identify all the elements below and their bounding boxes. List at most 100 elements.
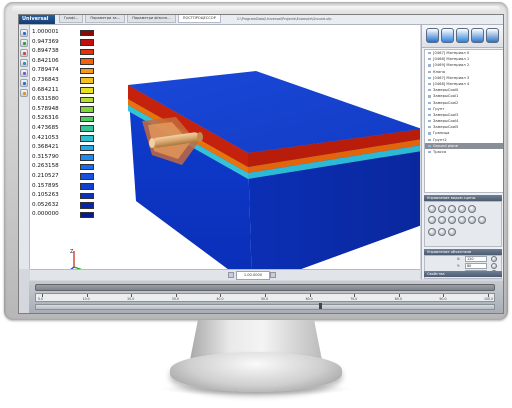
tab-1[interactable]: Параметри за…: [85, 15, 126, 23]
legend-value: 0.421053: [32, 134, 59, 141]
legend-value: 0.526316: [32, 115, 59, 122]
coord-y-input[interactable]: 80: [465, 263, 487, 269]
export-tool-icon[interactable]: [20, 89, 28, 97]
pan-tool-icon[interactable]: [20, 59, 28, 67]
axis-z-label: Z: [70, 249, 74, 255]
legend-swatch: [80, 211, 94, 219]
legend-swatch: [80, 29, 94, 36]
properties-panel-header[interactable]: Свойства: [424, 271, 502, 277]
scene-icon[interactable]: [426, 28, 439, 43]
legend-row: 0.000000: [32, 210, 112, 220]
report-icon[interactable]: [471, 28, 484, 43]
legend-swatch: [80, 135, 94, 142]
legend-swatch: [80, 183, 94, 190]
legend-row: 0.894738: [32, 47, 112, 57]
ruler-tick-label: 50.0: [261, 297, 269, 301]
left-toolbar: [19, 25, 30, 269]
right-panel: [0467] Материал 0 [0468] Материал 1 [0469]…: [421, 25, 503, 279]
legend-value: 0.473685: [32, 124, 59, 131]
ruler-tick-label: 20.0: [127, 297, 135, 301]
legend-row: 0.526316: [32, 114, 112, 124]
legend-row: 0.789474: [32, 66, 112, 76]
pan-right-button[interactable]: [438, 228, 446, 236]
zoom-out-button[interactable]: [468, 216, 476, 224]
prev-step-button[interactable]: [228, 272, 234, 278]
legend-value: 0.789474: [32, 67, 59, 74]
pipe-end: [197, 132, 203, 142]
legend-swatch: [80, 87, 94, 94]
view-front-button[interactable]: [428, 216, 436, 224]
play-icon[interactable]: [486, 28, 499, 43]
legend-swatch: [80, 48, 94, 56]
rotate-right-button[interactable]: [438, 205, 446, 213]
rotate-up-button[interactable]: [448, 205, 456, 213]
tab-2[interactable]: Параметри фізичн…: [127, 15, 176, 23]
legend-row: 0.736843: [32, 76, 112, 86]
ruler-tick-label: 60.0: [305, 297, 313, 301]
right-toolbar: [422, 25, 503, 48]
view-iso-button[interactable]: [458, 216, 466, 224]
tree-item[interactable]: Трасса: [425, 149, 503, 155]
view-side-button[interactable]: [438, 216, 446, 224]
app-window: Universal Графі… Параметри за… Параметри ф…: [18, 14, 504, 314]
rotate-tool-icon[interactable]: [20, 39, 28, 47]
app-logo: Universal: [19, 15, 55, 24]
legend-value: 0.263158: [32, 163, 59, 170]
time-field[interactable]: 1.00.0000: [236, 271, 270, 280]
pan-up-button[interactable]: [448, 228, 456, 236]
legend-value: 0.894738: [32, 48, 59, 55]
select-tool-icon[interactable]: [20, 29, 28, 37]
legend-row: 0.684211: [32, 86, 112, 96]
ruler-tick-label: 90.0: [439, 297, 447, 301]
legend-value: 0.157895: [32, 182, 59, 189]
help-icon[interactable]: [441, 28, 454, 43]
legend-swatch: [80, 144, 94, 152]
ruler-tick-label: 0.0: [38, 297, 44, 301]
coord-x-spin[interactable]: [491, 256, 497, 262]
legend-row: 0.578948: [32, 105, 112, 115]
coord-y-spin[interactable]: [491, 263, 497, 269]
legend-swatch: [80, 67, 94, 75]
legend-value: 0.578948: [32, 105, 59, 112]
timeline-track[interactable]: [35, 304, 495, 310]
coord-y-label: Y:: [457, 264, 460, 268]
legend-swatch: [80, 192, 94, 200]
legend-value: 0.842106: [32, 57, 59, 64]
legend-row: 0.473685: [32, 124, 112, 134]
legend-value: 1.000001: [32, 29, 59, 35]
view-top-button[interactable]: [448, 216, 456, 224]
ruler-tick-label: 70.0: [350, 297, 358, 301]
timeline-scrollbar[interactable]: [35, 284, 495, 291]
tab-0[interactable]: Графі…: [59, 15, 84, 23]
legend-row: 0.421053: [32, 134, 112, 144]
ruler-tick-label: 10.0: [82, 297, 90, 301]
object-tree: [0467] Материал 0 [0468] Материал 1 [0469]…: [424, 49, 503, 193]
legend-row: 0.368421: [32, 143, 112, 153]
rotate-down-button[interactable]: [458, 205, 466, 213]
next-step-button[interactable]: [270, 272, 276, 278]
file-path: C:\ProgramData\Universal\Projects\Exampl…: [237, 17, 332, 21]
legend-swatch: [80, 106, 94, 113]
legend-value: 0.210527: [32, 172, 59, 179]
zoom-in-button[interactable]: [468, 205, 476, 213]
legend-swatch: [80, 58, 94, 65]
measure-tool-icon[interactable]: [20, 79, 28, 87]
zoom-tool-icon[interactable]: [20, 49, 28, 57]
settings-icon[interactable]: [456, 28, 469, 43]
status-bar: 1.00.0000: [30, 269, 420, 280]
section-tool-icon[interactable]: [20, 69, 28, 77]
timeline-playhead[interactable]: [319, 303, 322, 309]
reset-view-button[interactable]: [478, 216, 486, 224]
legend-value: 0.052632: [32, 201, 59, 208]
rotate-left-button[interactable]: [428, 205, 436, 213]
legend-swatch: [80, 173, 94, 180]
legend-row: 0.157895: [32, 182, 112, 192]
3d-viewport[interactable]: 1.000001 0.947369 0.894738 0.842106 0.789474…: [30, 25, 420, 269]
legend-swatch: [80, 163, 94, 171]
axes-gizmo: Z Y X: [70, 249, 82, 269]
pan-left-button[interactable]: [428, 228, 436, 236]
ruler-tick-label: 30.0: [171, 297, 179, 301]
timeline-ruler[interactable]: 0.0 10.0 20.0 30.0 40.0 50.0 60.0 70.0 80.0 90.0 1…: [35, 293, 495, 302]
tab-3[interactable]: ПОСТПРОЦЕССОР: [177, 15, 221, 23]
coord-x-input[interactable]: 120: [465, 256, 487, 262]
